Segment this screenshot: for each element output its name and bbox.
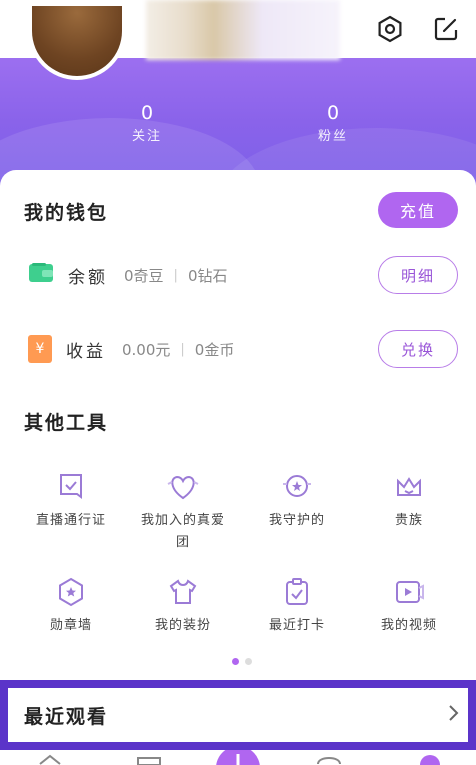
medal-icon (16, 575, 126, 609)
following-stat[interactable]: 0 关注 (87, 102, 207, 146)
divider: | (173, 267, 178, 283)
tool-label: 我加入的真爱团 (140, 513, 225, 550)
bottom-nav-icons (39, 746, 440, 765)
earnings-value-yuan: 0.00元 (122, 340, 171, 359)
tool-nobility[interactable]: 贵族 (354, 470, 464, 532)
page-dot[interactable] (245, 658, 252, 665)
watermark-line2: jingyan.baidu.com (337, 722, 448, 736)
yuan-icon: ¥ (28, 335, 52, 363)
watermark-line1: Baidu经验 (389, 708, 448, 722)
following-label: 关注 (131, 129, 162, 144)
edit-icon[interactable] (429, 12, 463, 46)
guard-badge-icon (242, 470, 352, 504)
divider: | (180, 341, 185, 357)
tool-label: 直播通行证 (35, 513, 106, 528)
watermark: Baidu经验 jingyan.baidu.com (337, 708, 448, 736)
recharge-button[interactable]: 充值 (378, 192, 458, 228)
exchange-button[interactable]: 兑换 (378, 330, 458, 368)
tools-title: 其他工具 (24, 412, 109, 434)
tool-dress-up[interactable]: 我的装扮 (128, 575, 238, 637)
tool-label: 贵族 (394, 513, 423, 528)
tool-medal-wall[interactable]: 勋章墙 (16, 575, 126, 637)
tool-checkin[interactable]: 最近打卡 (242, 575, 352, 637)
fans-stat[interactable]: 0 粉丝 (273, 102, 393, 146)
clipboard-check-icon (242, 575, 352, 609)
blurred-username (146, 0, 340, 60)
heart-icon (128, 470, 238, 504)
earnings-row: ¥ 收益 0.00元 | 0金币 (28, 329, 234, 369)
page-dot-active[interactable] (232, 658, 239, 665)
fans-label: 粉丝 (317, 129, 348, 144)
balance-row: 余额 0奇豆 | 0钻石 (28, 255, 227, 295)
wallet-icon (28, 262, 54, 288)
settings-icon[interactable] (373, 12, 407, 46)
earnings-label: 收益 (66, 341, 106, 362)
balance-value-qidou: 0奇豆 (124, 266, 164, 285)
following-count: 0 (140, 102, 154, 124)
tool-label: 我的装扮 (154, 618, 211, 633)
fans-count: 0 (326, 102, 340, 124)
tool-my-videos[interactable]: 我的视频 (354, 575, 464, 637)
earnings-value-coin: 0金币 (194, 340, 235, 359)
tool-label: 最近打卡 (268, 618, 325, 633)
crown-icon (354, 470, 464, 504)
pass-icon (16, 470, 126, 504)
recent-title: 最近观看 (24, 705, 109, 728)
tool-guard[interactable]: 我守护的 (242, 470, 352, 532)
tool-label: 勋章墙 (49, 618, 92, 633)
details-button[interactable]: 明细 (378, 256, 458, 294)
balance-value-diamond: 0钻石 (187, 266, 228, 285)
chevron-right-icon (448, 704, 460, 726)
bottom-nav (0, 746, 476, 765)
wallet-title: 我的钱包 (24, 202, 109, 224)
main-card: 我的钱包 充值 余额 0奇豆 | 0钻石 明细 ¥ 收益 0.00元 | 0金币… (0, 170, 476, 680)
tool-label: 我守护的 (268, 513, 325, 528)
tool-fan-club[interactable]: 我加入的真爱团 (128, 470, 238, 554)
page-indicator (232, 658, 252, 665)
tool-live-pass[interactable]: 直播通行证 (16, 470, 126, 532)
balance-label: 余额 (68, 267, 108, 288)
shirt-icon (128, 575, 238, 609)
tool-label: 我的视频 (380, 618, 437, 633)
video-icon (354, 575, 464, 609)
